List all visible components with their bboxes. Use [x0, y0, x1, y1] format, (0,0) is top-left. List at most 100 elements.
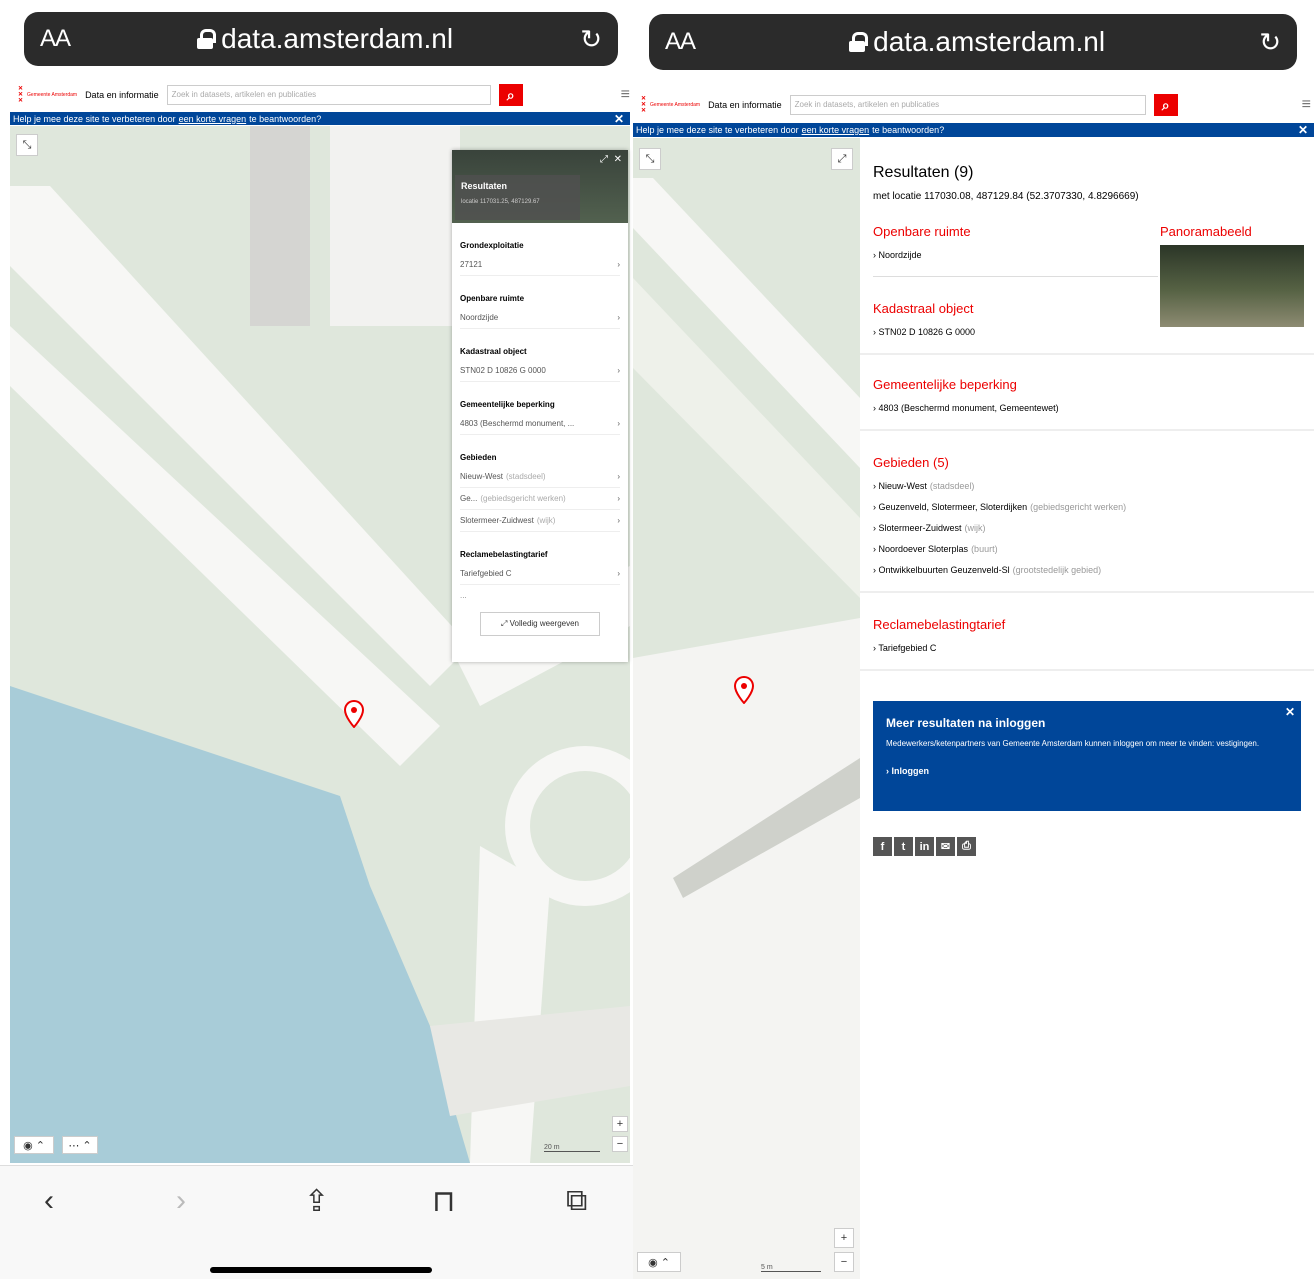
- map-view[interactable]: ⤡ ⤢ + − ◉ ⌃ 5 m: [633, 138, 860, 1279]
- zoom-out-button[interactable]: −: [612, 1136, 628, 1152]
- popup-title: Resultaten: [461, 181, 508, 191]
- url-display[interactable]: data.amsterdam.nl: [849, 26, 1105, 58]
- expand-icon[interactable]: ⤢: [600, 154, 608, 165]
- layers-toggle[interactable]: ◉ ⌃: [637, 1252, 681, 1272]
- text-size-button[interactable]: AA: [40, 25, 71, 53]
- fullscreen-map-button[interactable]: ⤡: [16, 134, 38, 156]
- popup-row[interactable]: 4803 (Beschermd monument, ... ›: [460, 419, 620, 435]
- layers-icon: ◉ ⌃: [648, 1256, 670, 1269]
- home-indicator: [210, 1267, 432, 1273]
- chevron-right-icon: ›: [617, 516, 620, 525]
- popup-row[interactable]: 27121 ›: [460, 260, 620, 276]
- collapse-panel-button[interactable]: ⤢: [831, 148, 853, 170]
- reclame-item[interactable]: › Tariefgebied C: [873, 638, 1301, 659]
- bookmarks-icon[interactable]: ⊓: [432, 1184, 455, 1219]
- browser-url-bar[interactable]: AA data.amsterdam.nl ↻: [649, 14, 1297, 70]
- help-prefix: Help je mee deze site te verbeteren door: [13, 113, 176, 124]
- help-close-icon[interactable]: ✕: [1298, 123, 1308, 137]
- menu-icon[interactable]: ≡: [621, 86, 630, 104]
- reload-icon[interactable]: ↻: [1259, 27, 1281, 58]
- popup-section: Gemeentelijke beperking 4803 (Beschermd m…: [452, 400, 628, 435]
- section-reclame: Reclamebelastingtarief › Tariefgebied C: [860, 593, 1314, 671]
- popup-row[interactable]: Ge... (gebiedsgericht werken) ›: [460, 494, 620, 510]
- forward-icon[interactable]: ›: [176, 1184, 186, 1218]
- help-link[interactable]: een korte vragen: [179, 114, 247, 124]
- site-name[interactable]: Data en informatie: [708, 100, 782, 110]
- gebied-item[interactable]: › Noordoever Sloterplas (buurt): [873, 539, 1301, 560]
- location-pin-icon[interactable]: [734, 676, 754, 704]
- tabs-icon[interactable]: ⧉: [566, 1184, 587, 1218]
- back-icon[interactable]: ‹: [44, 1184, 54, 1218]
- zoom-out-label: −: [616, 1138, 624, 1150]
- zoom-in-label: +: [840, 1232, 848, 1244]
- popup-row[interactable]: Nieuw-West (stadsdeel) ›: [460, 472, 620, 488]
- popup-panorama[interactable]: ⤢ ✕ Resultaten locatie 117031.25, 487129…: [452, 150, 628, 223]
- results-title: Resultaten (9): [873, 164, 974, 181]
- site-logo[interactable]: ✕ ✕ ✕ Gemeente Amsterdam: [641, 96, 701, 114]
- gebied-item[interactable]: › Slotermeer-Zuidwest (wijk): [873, 518, 1301, 539]
- chevron-right-icon: ›: [617, 366, 620, 375]
- gebied-item[interactable]: › Ontwikkelbuurten Geuzenveld-Sl (grootst…: [873, 560, 1301, 581]
- popup-row-text: Tariefgebied C: [460, 569, 512, 578]
- search-button[interactable]: ⌕: [498, 84, 523, 106]
- login-title: Meer resultaten na inloggen: [886, 716, 1046, 730]
- panorama-heading[interactable]: Panoramabeeld: [1160, 224, 1304, 239]
- close-icon[interactable]: ✕: [614, 154, 622, 165]
- popup-row-label: 4803 (Beschermd monument, ...: [460, 419, 574, 428]
- url-display[interactable]: data.amsterdam.nl: [197, 23, 453, 55]
- gebied-type: (buurt): [971, 544, 998, 554]
- panorama-thumbnail[interactable]: [1160, 245, 1304, 327]
- help-close-icon[interactable]: ✕: [614, 112, 624, 126]
- popup-row[interactable]: STN02 D 10826 G 0000 ›: [460, 366, 620, 382]
- search-button[interactable]: ⌕: [1153, 94, 1178, 116]
- search-input[interactable]: Zoek in datasets, artikelen en publicati…: [789, 95, 1146, 115]
- print-icon[interactable]: ⎙: [957, 837, 976, 856]
- email-icon[interactable]: ✉: [936, 837, 955, 856]
- logo-text: Gemeente Amsterdam: [650, 102, 701, 108]
- openbare-item[interactable]: › Noordzijde: [873, 245, 1132, 266]
- popup-row[interactable]: Tariefgebied C ›: [460, 569, 620, 585]
- login-close-icon[interactable]: ✕: [1285, 705, 1295, 719]
- site-name[interactable]: Data en informatie: [85, 90, 159, 100]
- zoom-out-button[interactable]: −: [834, 1252, 854, 1272]
- search-icon: ⌕: [506, 86, 515, 103]
- site-logo[interactable]: ✕ ✕ ✕ Gemeente Amsterdam: [18, 86, 77, 104]
- linkedin-icon[interactable]: in: [915, 837, 934, 856]
- legend-toggle[interactable]: ⋯ ⌃: [62, 1136, 98, 1154]
- gebied-name: Ontwikkelbuurten Geuzenveld-Sl: [878, 565, 1010, 575]
- help-link[interactable]: een korte vragen: [802, 125, 870, 135]
- facebook-icon[interactable]: f: [873, 837, 892, 856]
- location-pin-icon[interactable]: [344, 700, 364, 728]
- popup-row-extra: (gebiedsgericht werken): [480, 494, 566, 503]
- zoom-in-button[interactable]: +: [612, 1116, 628, 1132]
- login-link[interactable]: › Inloggen: [886, 766, 1288, 776]
- popup-section-heading: Grondexploitatie: [460, 241, 524, 250]
- popup-section-heading: Gebieden: [460, 453, 497, 462]
- browser-url-bar[interactable]: AA data.amsterdam.nl ↻: [24, 12, 618, 66]
- gebied-type: (wijk): [964, 523, 986, 533]
- twitter-icon[interactable]: t: [894, 837, 913, 856]
- beperking-item[interactable]: › 4803 (Beschermd monument, Gemeentewet): [873, 398, 1301, 419]
- chevron-right-icon: ›: [617, 569, 620, 578]
- popup-row-text: Slotermeer-Zuidwest: [460, 516, 534, 525]
- fullscreen-map-button[interactable]: ⤡: [639, 148, 661, 170]
- layers-toggle[interactable]: ◉ ⌃: [14, 1136, 54, 1154]
- text-size-button[interactable]: AA: [665, 28, 696, 56]
- popup-row[interactable]: Slotermeer-Zuidwest (wijk) ›: [460, 516, 620, 532]
- zoom-in-button[interactable]: +: [834, 1228, 854, 1248]
- popup-section-heading: Openbare ruimte: [460, 294, 525, 303]
- search-icon: ⌕: [1161, 96, 1170, 113]
- gebied-item[interactable]: › Nieuw-West (stadsdeel): [873, 476, 1301, 497]
- full-view-button[interactable]: ⤢ Volledig weergeven: [480, 612, 600, 636]
- search-input[interactable]: Zoek in datasets, artikelen en publicati…: [166, 85, 491, 105]
- reload-icon[interactable]: ↻: [580, 24, 602, 55]
- gebied-item[interactable]: › Geuzenveld, Slotermeer, Sloterdijken (g…: [873, 497, 1301, 518]
- gebied-type: (stadsdeel): [929, 481, 975, 491]
- popup-title-box: Resultaten locatie 117031.25, 487129.67: [455, 175, 580, 220]
- menu-icon[interactable]: ≡: [1302, 96, 1311, 114]
- domain-text: data.amsterdam.nl: [221, 23, 454, 54]
- chevron-right-icon: ›: [617, 313, 620, 322]
- popup-row[interactable]: Noordzijde ›: [460, 313, 620, 329]
- openbare-heading: Openbare ruimte: [873, 224, 971, 239]
- share-icon[interactable]: ⇪: [304, 1184, 329, 1219]
